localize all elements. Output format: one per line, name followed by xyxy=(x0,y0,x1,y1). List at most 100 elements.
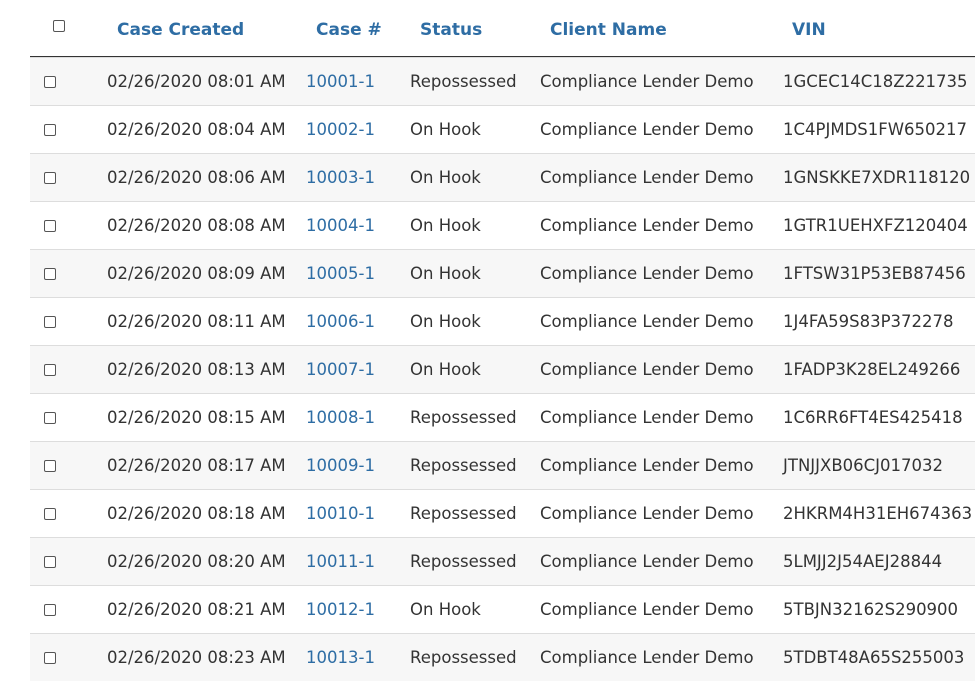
cell-vin: JTNJJXB06CJ017032 xyxy=(783,442,943,489)
table-row[interactable]: 02/26/2020 08:13 AM 10007-1 On Hook Complia… xyxy=(30,345,975,393)
row-select-cell xyxy=(44,106,56,153)
table-row[interactable]: 02/26/2020 08:15 AM 10008-1 Repossessed Com… xyxy=(30,393,975,441)
case-number-link[interactable]: 10008-1 xyxy=(306,408,375,427)
cell-vin: 2HKRM4H31EH674363 xyxy=(783,490,972,537)
cell-vin: 1GNSKKE7XDR118120 xyxy=(783,154,970,201)
cell-vin: 1C6RR6FT4ES425418 xyxy=(783,394,963,441)
case-number-link[interactable]: 10013-1 xyxy=(306,648,375,667)
row-select-checkbox[interactable] xyxy=(44,75,56,88)
table-row[interactable]: 02/26/2020 08:08 AM 10004-1 On Hook Complia… xyxy=(30,201,975,249)
cell-vin: 5TDBT48A65S255003 xyxy=(783,634,964,681)
row-select-cell xyxy=(44,58,56,105)
cell-case-created-text: 02/26/2020 08:01 AM xyxy=(107,72,286,91)
cell-status: On Hook xyxy=(410,346,481,393)
cell-vin: 1FTSW31P53EB87456 xyxy=(783,250,966,297)
table-row[interactable]: 02/26/2020 08:21 AM 10012-1 On Hook Complia… xyxy=(30,585,975,633)
cell-case-created: 02/26/2020 08:01 AM xyxy=(107,58,286,105)
cell-case-created-text: 02/26/2020 08:08 AM xyxy=(107,216,286,235)
table-row[interactable]: 02/26/2020 08:06 AM 10003-1 On Hook Complia… xyxy=(30,153,975,201)
cell-status: On Hook xyxy=(410,298,481,345)
cell-client-name: Compliance Lender Demo xyxy=(540,394,754,441)
cell-client-name: Compliance Lender Demo xyxy=(540,58,754,105)
cell-case-created-text: 02/26/2020 08:18 AM xyxy=(107,504,286,523)
select-all-checkbox[interactable] xyxy=(53,20,65,32)
cell-client-name: Compliance Lender Demo xyxy=(540,490,754,537)
table-header-row: Case Created Case # Status Client Name V… xyxy=(30,0,975,57)
row-select-checkbox[interactable] xyxy=(44,459,56,472)
cell-client-name-text: Compliance Lender Demo xyxy=(540,72,754,91)
case-number-link[interactable]: 10011-1 xyxy=(306,552,375,571)
row-select-checkbox[interactable] xyxy=(44,123,56,136)
cell-client-name-text: Compliance Lender Demo xyxy=(540,648,754,667)
cell-client-name-text: Compliance Lender Demo xyxy=(540,360,754,379)
cell-status-text: On Hook xyxy=(410,312,481,331)
table-row[interactable]: 02/26/2020 08:04 AM 10002-1 On Hook Complia… xyxy=(30,105,975,153)
table-row[interactable]: 02/26/2020 08:11 AM 10006-1 On Hook Complia… xyxy=(30,297,975,345)
cell-vin-text: 1FADP3K28EL249266 xyxy=(783,360,961,379)
cell-vin-text: 1C6RR6FT4ES425418 xyxy=(783,408,963,427)
column-header-case-number[interactable]: Case # xyxy=(316,0,382,56)
table-row[interactable]: 02/26/2020 08:18 AM 10010-1 Repossessed Com… xyxy=(30,489,975,537)
cell-vin-text: 1C4PJMDS1FW650217 xyxy=(783,120,968,139)
row-select-checkbox[interactable] xyxy=(44,363,56,376)
cell-case-created: 02/26/2020 08:23 AM xyxy=(107,634,286,681)
case-number-link[interactable]: 10009-1 xyxy=(306,456,375,475)
cell-status: On Hook xyxy=(410,586,481,633)
cell-case-created: 02/26/2020 08:15 AM xyxy=(107,394,286,441)
column-header-vin[interactable]: VIN xyxy=(792,0,826,56)
cell-status-text: Repossessed xyxy=(410,456,517,475)
case-number-link[interactable]: 10004-1 xyxy=(306,216,375,235)
row-select-checkbox[interactable] xyxy=(44,315,56,328)
cell-case-created-text: 02/26/2020 08:17 AM xyxy=(107,456,286,475)
table-body: 02/26/2020 08:01 AM 10001-1 Repossessed Com… xyxy=(30,57,975,681)
table-row[interactable]: 02/26/2020 08:20 AM 10011-1 Repossessed Com… xyxy=(30,537,975,585)
cell-vin-text: 5TDBT48A65S255003 xyxy=(783,648,965,667)
table-row[interactable]: 02/26/2020 08:01 AM 10001-1 Repossessed Com… xyxy=(30,57,975,105)
row-select-checkbox[interactable] xyxy=(44,171,56,184)
row-select-checkbox[interactable] xyxy=(44,555,56,568)
row-select-checkbox[interactable] xyxy=(44,507,56,520)
table-row[interactable]: 02/26/2020 08:23 AM 10013-1 Repossessed Com… xyxy=(30,633,975,681)
cell-case-created: 02/26/2020 08:04 AM xyxy=(107,106,286,153)
select-all-cell xyxy=(53,0,65,52)
case-number-link[interactable]: 10002-1 xyxy=(306,120,375,139)
row-select-checkbox[interactable] xyxy=(44,411,56,424)
row-select-checkbox[interactable] xyxy=(44,267,56,280)
cell-vin-text: 1J4FA59S83P372278 xyxy=(783,312,954,331)
cell-client-name: Compliance Lender Demo xyxy=(540,202,754,249)
column-header-client-name[interactable]: Client Name xyxy=(550,0,667,56)
case-number-link[interactable]: 10005-1 xyxy=(306,264,375,283)
cell-case-created: 02/26/2020 08:13 AM xyxy=(107,346,286,393)
cell-case-created-text: 02/26/2020 08:15 AM xyxy=(107,408,286,427)
cell-status-text: On Hook xyxy=(410,360,481,379)
cell-case-created: 02/26/2020 08:06 AM xyxy=(107,154,286,201)
cell-client-name-text: Compliance Lender Demo xyxy=(540,264,754,283)
row-select-checkbox[interactable] xyxy=(44,603,56,616)
cell-status-text: On Hook xyxy=(410,216,481,235)
cell-vin-text: 1FTSW31P53EB87456 xyxy=(783,264,966,283)
cell-status-text: Repossessed xyxy=(410,648,517,667)
column-header-case-created[interactable]: Case Created xyxy=(117,0,244,56)
row-select-cell xyxy=(44,490,56,537)
row-select-checkbox[interactable] xyxy=(44,219,56,232)
case-number-link[interactable]: 10012-1 xyxy=(306,600,375,619)
row-select-cell xyxy=(44,298,56,345)
table-row[interactable]: 02/26/2020 08:09 AM 10005-1 On Hook Complia… xyxy=(30,249,975,297)
cell-case-created-text: 02/26/2020 08:13 AM xyxy=(107,360,286,379)
cell-vin-text: 2HKRM4H31EH674363 xyxy=(783,504,973,523)
cell-case-created-text: 02/26/2020 08:20 AM xyxy=(107,552,286,571)
cell-status: On Hook xyxy=(410,202,481,249)
case-number-link[interactable]: 10001-1 xyxy=(306,72,375,91)
column-header-status[interactable]: Status xyxy=(420,0,482,56)
case-number-link[interactable]: 10010-1 xyxy=(306,504,375,523)
table-row[interactable]: 02/26/2020 08:17 AM 10009-1 Repossessed Com… xyxy=(30,441,975,489)
case-number-link[interactable]: 10006-1 xyxy=(306,312,375,331)
cell-case-created-text: 02/26/2020 08:21 AM xyxy=(107,600,286,619)
row-select-checkbox[interactable] xyxy=(44,651,56,664)
case-number-link[interactable]: 10007-1 xyxy=(306,360,375,379)
cell-case-number: 10010-1 xyxy=(306,490,375,537)
cell-status: Repossessed xyxy=(410,490,517,537)
case-number-link[interactable]: 10003-1 xyxy=(306,168,375,187)
cell-status-text: Repossessed xyxy=(410,552,517,571)
cell-case-created: 02/26/2020 08:09 AM xyxy=(107,250,286,297)
